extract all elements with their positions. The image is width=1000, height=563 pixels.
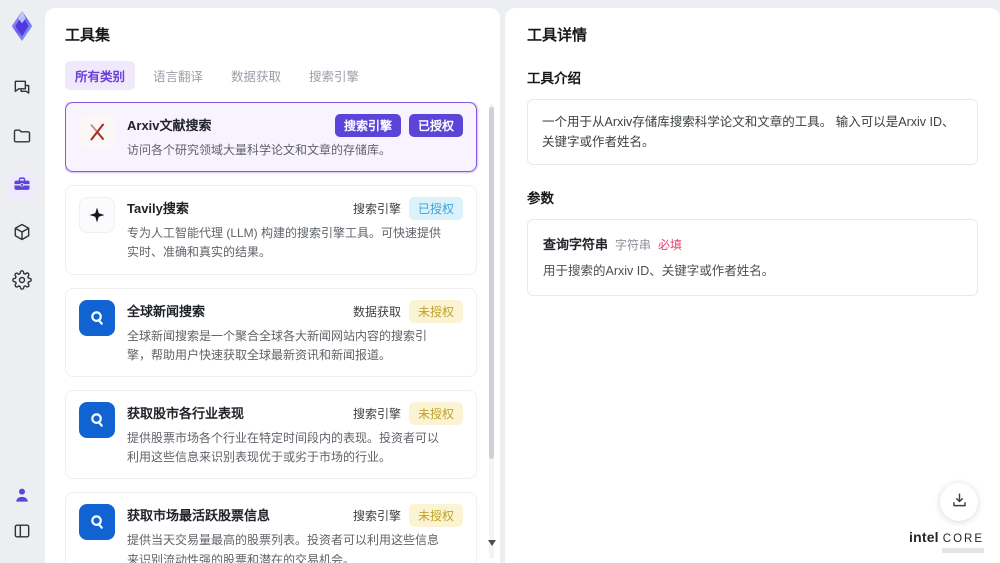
tool-description: 提供当天交易量最高的股票列表。投资者可以利用这些信息来识别流动性强的股票和潜在的… bbox=[127, 533, 440, 563]
tool-card-stock-sectors[interactable]: 获取股市各行业表现 搜索引擎 未授权 提供股票市场各个行业在特定时间段内的表现。… bbox=[65, 389, 477, 480]
sidebar-item-settings[interactable] bbox=[8, 268, 36, 296]
tool-card-arxiv[interactable]: Arxiv文献搜索 搜索引擎 已授权 访问各个研究领域大量科学论文和文章的存储库… bbox=[65, 102, 477, 173]
details-title: 工具详情 bbox=[527, 27, 588, 44]
sidebar-item-files[interactable] bbox=[8, 124, 36, 152]
toolset-panel: 工具集 所有类别 语言翻译 数据获取 搜索引擎 Arxiv文献搜索 搜索引擎 已… bbox=[45, 8, 500, 563]
tool-description: 访问各个研究领域大量科学论文和文章的存储库。 bbox=[127, 143, 392, 157]
auth-badge: 未授权 bbox=[408, 504, 463, 528]
tab-data-fetching[interactable]: 数据获取 bbox=[221, 61, 291, 90]
tab-all-categories[interactable]: 所有类别 bbox=[65, 61, 136, 90]
category-badge: 数据获取 bbox=[352, 304, 401, 319]
sidebar-item-account[interactable] bbox=[8, 483, 36, 511]
intel-core-logo: intel CORE bbox=[909, 529, 984, 553]
param-name: 查询字符串 bbox=[543, 237, 609, 252]
tavily-star-icon bbox=[79, 197, 115, 234]
tool-description: 专为人工智能代理 (LLM) 构建的搜索引擎工具。可快速提供实时、准确和真实的结… bbox=[127, 226, 442, 260]
page-title: 工具集 bbox=[65, 27, 111, 44]
tool-description: 提供股票市场各个行业在特定时间段内的表现。投资者可以利用这些信息来识别表现优于或… bbox=[127, 430, 440, 465]
tab-language-translation[interactable]: 语言翻译 bbox=[143, 61, 213, 90]
scrollbar-thumb[interactable] bbox=[489, 107, 494, 459]
chat-icon bbox=[12, 78, 32, 103]
panel-toggle-icon bbox=[12, 521, 32, 546]
category-badge: 搜索引擎 bbox=[334, 114, 401, 137]
auth-badge: 未授权 bbox=[408, 401, 463, 425]
tool-name: Tavily搜索 bbox=[127, 201, 189, 217]
tool-description: 全球新闻搜索是一个聚合全球各大新闻网站内容的搜索引擎，帮助用户快速获取全球最新资… bbox=[127, 328, 428, 362]
intel-wordmark: intel bbox=[908, 529, 939, 545]
auth-badge: 已授权 bbox=[408, 114, 463, 137]
scrollbar-track[interactable] bbox=[489, 104, 494, 559]
tool-details-panel: 工具详情 工具介绍 一个用于从Arxiv存储库搜索科学论文和文章的工具。 输入可… bbox=[505, 8, 1000, 563]
tool-name: 全球新闻搜索 bbox=[127, 303, 206, 319]
download-button[interactable] bbox=[940, 483, 978, 521]
auth-badge: 未授权 bbox=[408, 299, 463, 323]
sidebar-item-collapse[interactable] bbox=[8, 519, 36, 547]
sidebar-nav bbox=[8, 76, 36, 296]
stock-search-icon bbox=[79, 504, 115, 541]
download-icon bbox=[950, 491, 969, 513]
category-badge: 搜索引擎 bbox=[352, 202, 401, 217]
stock-search-icon bbox=[79, 401, 115, 438]
tool-card-global-news[interactable]: 全球新闻搜索 数据获取 未授权 全球新闻搜索是一个聚合全球各大新闻网站内容的搜索… bbox=[65, 287, 477, 377]
sidebar-item-chat[interactable] bbox=[8, 76, 36, 104]
auth-badge: 已授权 bbox=[408, 197, 463, 221]
intro-box: 一个用于从Arxiv存储库搜索科学论文和文章的工具。 输入可以是Arxiv ID… bbox=[527, 99, 978, 165]
package-icon bbox=[12, 222, 32, 247]
param-box: 查询字符串 字符串 必填 用于搜索的Arxiv ID、关键字或作者姓名。 bbox=[527, 219, 978, 296]
category-badge: 搜索引擎 bbox=[352, 509, 401, 524]
settings-icon bbox=[12, 269, 32, 295]
sidebar-item-toolset[interactable] bbox=[8, 172, 36, 200]
tool-card-active-stocks[interactable]: 获取市场最活跃股票信息 搜索引擎 未授权 提供当天交易量最高的股票列表。投资者可… bbox=[65, 492, 477, 563]
news-search-icon bbox=[79, 299, 115, 336]
tool-name: 获取股市各行业表现 bbox=[127, 405, 245, 421]
tab-search-engine[interactable]: 搜索引擎 bbox=[299, 61, 369, 90]
tool-list: Arxiv文献搜索 搜索引擎 已授权 访问各个研究领域大量科学论文和文章的存储库… bbox=[65, 102, 500, 563]
app-logo[interactable] bbox=[7, 10, 37, 42]
toolbox-icon bbox=[12, 174, 32, 199]
category-tabs: 所有类别 语言翻译 数据获取 搜索引擎 bbox=[65, 61, 500, 90]
sidebar-item-packages[interactable] bbox=[8, 220, 36, 248]
sidebar-bottom bbox=[8, 483, 36, 563]
tool-name: Arxiv文献搜索 bbox=[127, 118, 212, 133]
intel-badge-bar bbox=[942, 548, 984, 553]
core-wordmark: CORE bbox=[942, 533, 984, 545]
category-badge: 搜索引擎 bbox=[352, 406, 401, 421]
sidebar bbox=[0, 0, 44, 563]
intro-heading: 工具介绍 bbox=[527, 71, 581, 86]
tool-card-tavily[interactable]: Tavily搜索 搜索引擎 已授权 专为人工智能代理 (LLM) 构建的搜索引擎… bbox=[65, 185, 477, 275]
arxiv-icon bbox=[79, 114, 115, 150]
param-required-badge: 必填 bbox=[658, 238, 683, 252]
folder-icon bbox=[12, 126, 32, 151]
param-type: 字符串 bbox=[615, 238, 652, 252]
app-root: 工具集 所有类别 语言翻译 数据获取 搜索引擎 Arxiv文献搜索 搜索引擎 已… bbox=[0, 0, 1000, 563]
tool-name: 获取市场最活跃股票信息 bbox=[127, 508, 271, 524]
scroll-down-arrow-icon[interactable] bbox=[488, 540, 496, 546]
param-description: 用于搜索的Arxiv ID、关键字或作者姓名。 bbox=[543, 264, 775, 278]
params-heading: 参数 bbox=[527, 191, 554, 206]
user-icon bbox=[12, 485, 32, 510]
